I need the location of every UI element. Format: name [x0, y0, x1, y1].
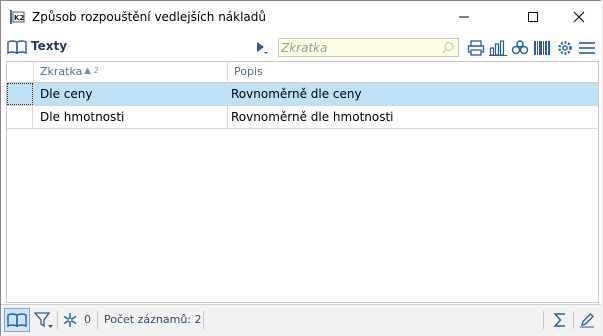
status-separator — [573, 311, 574, 329]
menu-icon[interactable] — [578, 39, 596, 57]
row-indicator-cell[interactable] — [7, 83, 33, 105]
cell-popis[interactable]: Rovnoměrně dle hmotnosti — [228, 106, 598, 128]
close-icon — [573, 11, 585, 23]
column-header-popis-label: Popis — [234, 65, 263, 78]
record-count: Počet záznamů: 2 — [104, 313, 202, 326]
window-title: Způsob rozpouštění vedlejších nákladů — [32, 10, 267, 24]
cell-zkratka[interactable]: Dle ceny — [34, 83, 228, 105]
table-row[interactable]: Dle ceny Rovnoměrně dle ceny — [7, 83, 598, 106]
bar-chart-icon[interactable] — [489, 39, 507, 57]
maximize-button[interactable] — [510, 1, 556, 33]
grid-header: Zkratka ▲ 2 Popis — [7, 62, 598, 83]
column-header-popis[interactable]: Popis — [228, 62, 598, 82]
maximize-icon — [528, 12, 538, 22]
sort-ascending-icon: ▲ 2 — [84, 66, 99, 76]
minimize-button[interactable] — [441, 1, 487, 33]
header-indicator-cell — [7, 62, 34, 82]
column-header-zkratka-label: Zkratka — [40, 65, 83, 78]
status-separator — [203, 311, 204, 329]
toolbar: Texty — [1, 34, 602, 60]
book-icon[interactable] — [7, 39, 27, 58]
filter-button[interactable] — [33, 308, 55, 332]
search-input[interactable] — [281, 40, 436, 55]
filter-count: 0 — [84, 313, 91, 326]
records-grid: Zkratka ▲ 2 Popis Dle ceny Rovnoměrně dl… — [6, 61, 599, 303]
cell-popis[interactable]: Rovnoměrně dle ceny — [228, 83, 598, 105]
pencil-icon — [580, 313, 594, 328]
title-bar: K2 Způsob rozpouštění vedlejších nákladů — [1, 1, 602, 33]
magnifier-icon[interactable] — [441, 41, 455, 58]
status-bar: 0 Počet záznamů: 2 — [1, 304, 602, 336]
status-separator — [57, 311, 58, 329]
printer-icon[interactable] — [467, 39, 485, 57]
edit-button[interactable] — [576, 308, 598, 332]
sigma-icon — [553, 313, 565, 327]
k2-app-icon: K2 — [9, 9, 25, 25]
svg-text:K2: K2 — [14, 14, 24, 22]
gear-icon[interactable] — [556, 39, 574, 57]
play-dropdown-icon[interactable] — [255, 41, 269, 58]
snowflake-button[interactable] — [60, 308, 80, 332]
binoculars-icon[interactable] — [511, 39, 529, 57]
book-icon — [7, 313, 27, 328]
snowflake-icon — [63, 313, 77, 327]
cell-zkratka[interactable]: Dle hmotnosti — [34, 106, 228, 128]
barcode-icon[interactable] — [533, 39, 551, 57]
section-label[interactable]: Texty — [31, 39, 67, 53]
search-box[interactable] — [278, 38, 459, 57]
close-button[interactable] — [556, 1, 602, 33]
status-separator — [97, 311, 98, 329]
sum-button[interactable] — [549, 308, 571, 332]
column-header-zkratka[interactable]: Zkratka ▲ 2 — [34, 62, 228, 82]
filter-icon — [34, 312, 53, 328]
status-separator — [543, 311, 544, 329]
row-indicator-cell[interactable] — [7, 106, 33, 128]
table-row[interactable]: Dle hmotnosti Rovnoměrně dle hmotnosti — [7, 106, 598, 129]
dialog-window: K2 Způsob rozpouštění vedlejších nákladů… — [0, 0, 603, 336]
texts-toggle-button[interactable] — [4, 308, 30, 332]
minimize-icon — [459, 16, 469, 18]
